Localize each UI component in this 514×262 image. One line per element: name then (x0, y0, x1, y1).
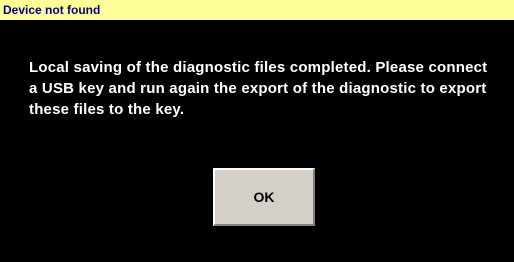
ok-button-label: OK (253, 189, 275, 205)
dialog-message: Local saving of the diagnostic files com… (29, 59, 488, 118)
device-not-found-dialog: Device not found Local saving of the dia… (0, 0, 514, 262)
ok-button[interactable]: OK (213, 168, 315, 226)
dialog-title: Device not found (3, 3, 101, 17)
dialog-title-bar: Device not found (0, 0, 514, 20)
